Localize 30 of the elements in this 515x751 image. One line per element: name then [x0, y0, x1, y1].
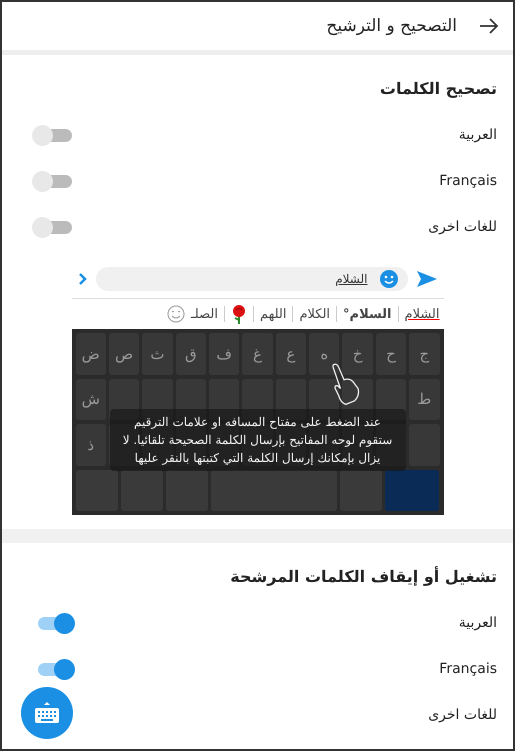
key: ض [76, 333, 106, 374]
suggestion-word[interactable]: الكلام [299, 306, 330, 322]
key: خ [342, 333, 373, 374]
setting-label: للغات اخرى [428, 707, 497, 723]
setting-label: للغات اخرى [428, 219, 497, 235]
section-title: تشغيل أو إيقاف الكلمات المرشحة [229, 565, 498, 588]
page-title: التصحيح و الترشيح [326, 16, 457, 36]
setting-label: Français [439, 661, 497, 677]
key: ه [309, 333, 340, 374]
key: ق [176, 333, 206, 374]
suggestion-word[interactable]: السلام° [343, 306, 392, 322]
key: ع [276, 333, 306, 374]
key: ف [208, 333, 240, 374]
suggestion-word[interactable]: الصلـ [190, 306, 218, 322]
hint-text: عند الضغط على مفتاح المسافه او علامات الترقيم ستقوم لوحه المفاتيح بإرسال الكلمة الصحيحة تلقائيا. لا يزال بإمكانك إرسال الكلمة التي كتبتها بالنقر عليها [110, 409, 406, 471]
suggestion-word[interactable]: الشلام [404, 306, 440, 322]
suggestion-word[interactable]: اللهم [260, 306, 286, 322]
key: ذ [76, 424, 106, 466]
key: ش [76, 378, 106, 420]
key: ط [409, 378, 440, 420]
message-field[interactable]: الشلام [96, 267, 408, 291]
section-title: تصحيح الكلمات [378, 78, 498, 100]
setting-label: Français [439, 173, 497, 189]
key: ح [376, 333, 406, 374]
setting-label: العربية [458, 127, 497, 143]
key: ث [142, 333, 173, 374]
key: غ [242, 333, 273, 374]
key: ص [108, 333, 140, 374]
setting-label: العربية [458, 615, 497, 631]
key: ج [409, 333, 440, 374]
